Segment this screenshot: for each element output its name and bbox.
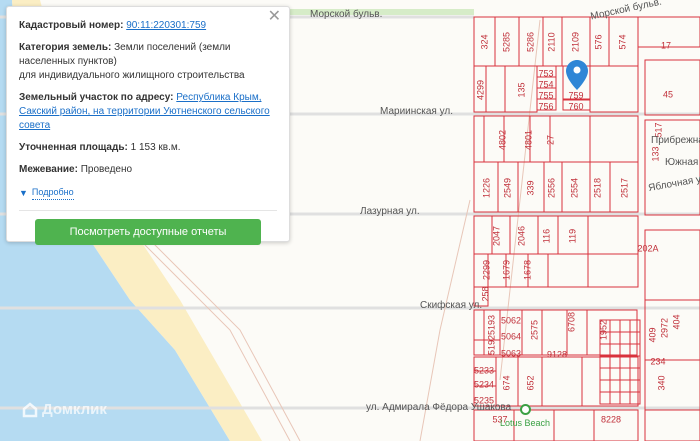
lotus-beach-marker[interactable] (520, 404, 531, 415)
parcel-number-label: 6708 (566, 312, 576, 332)
parcel-number-label: 756 (538, 101, 553, 111)
parcel-number-label: 1679 (501, 260, 511, 280)
parcel-number-label: 2110 (546, 32, 556, 51)
parcel-number-label: 202А (637, 243, 658, 253)
parcel-number-label: 753 (538, 68, 553, 78)
parcel-number-label: 27 (545, 135, 555, 145)
parcel-number-label: 2554 (569, 178, 579, 198)
parcel-number-label: 45 (663, 89, 673, 99)
cadastral-label: Кадастровый номер: (19, 20, 124, 31)
parcel-number-label: 1226 (481, 178, 491, 198)
street-label: ул. Адмирала Фёдора Ушакова (366, 402, 512, 413)
street-label: Лазурная ул. (360, 206, 420, 217)
parcel-number-label: 2047 (491, 226, 501, 246)
parcel-number-label: 755 (538, 90, 553, 100)
view-reports-button[interactable]: Посмотреть доступные отчеты (35, 219, 261, 245)
parcel-number-label: 234 (650, 356, 665, 366)
parcel-number-label: 574 (617, 34, 627, 49)
parcel-number-label: 339 (525, 180, 535, 195)
parcel-number-label: 9128 (547, 349, 567, 359)
parcel-number-label: 2549 (502, 178, 512, 198)
parcel-number-label: 2575 (529, 320, 539, 340)
location-pin-icon (566, 60, 588, 90)
street-label: Южная ул (665, 157, 700, 168)
parcel-number-label: 2517 (619, 178, 629, 198)
street-label: Прибрежная (651, 135, 700, 146)
parcel-number-label: 2518 (592, 178, 602, 198)
house-logo-icon (22, 401, 38, 417)
parcel-number-label: 4801 (523, 130, 533, 150)
cadastral-number-link[interactable]: 90:11:220301:759 (126, 20, 206, 31)
area-value: 1 153 кв.м. (130, 142, 181, 153)
parcel-number-label: 674 (501, 375, 511, 390)
category-use: для индивидуального жилищного строительс… (19, 70, 245, 81)
parcel-number-label: 2972 (659, 318, 669, 338)
more-details-toggle[interactable]: ▼ Подробно (19, 185, 277, 200)
street-label: Морской бульв. (310, 9, 383, 20)
parcel-number-label: 5192 (486, 335, 496, 355)
parcel-number-label: 5063 (501, 348, 521, 358)
parcel-number-label: 652 (525, 375, 535, 390)
parcel-number-label: 754 (538, 79, 553, 89)
domclick-watermark: Домклик (22, 401, 107, 418)
survey-value: Проведено (80, 164, 133, 175)
parcel-number-label: 1952 (598, 320, 608, 340)
parcel-number-label: 5064 (501, 331, 521, 341)
parcel-number-label: 5285 (501, 32, 511, 52)
parcel-number-label: 2556 (546, 178, 556, 198)
parcel-number-label: 2046 (516, 226, 526, 246)
parcel-number-label: 576 (593, 34, 603, 49)
street-label: Скифская ул. (420, 300, 483, 311)
parcel-number-label: 5286 (525, 32, 535, 52)
area-label: Уточненная площадь: (19, 142, 128, 153)
parcel-number-label: 133 (650, 146, 660, 161)
parcel-number-label: 760 (568, 101, 583, 111)
poi-label[interactable]: Lotus Beach (500, 418, 550, 428)
parcel-number-label: 5062 (501, 315, 521, 325)
parcel-number-label: 340 (656, 375, 666, 390)
parcel-number-label: 5233 (474, 365, 494, 375)
address-label: Земельный участок по адресу: (19, 92, 174, 103)
street-label: Мариинская ул. (380, 106, 454, 117)
parcel-number-label: 116 (541, 229, 551, 243)
more-details-link[interactable]: Подробно (31, 185, 74, 200)
parcel-number-label: 8228 (601, 414, 621, 424)
parcel-number-label: 2299 (481, 260, 491, 280)
category-label: Категория земель: (19, 42, 112, 53)
parcel-number-label: 5234 (474, 379, 494, 389)
map-pin-marker[interactable] (566, 60, 588, 95)
parcel-info-popup: ✕ Кадастровый номер: 90:11:220301:759 Ка… (6, 6, 290, 245)
parcel-number-label: 1678 (522, 260, 532, 280)
parcel-number-label: 324 (479, 34, 489, 49)
divider (19, 210, 277, 211)
parcel-number-label: 4802 (497, 130, 507, 150)
close-icon[interactable]: ✕ (268, 9, 281, 25)
parcel-number-label: 17 (661, 40, 671, 50)
survey-label: Межевание: (19, 164, 78, 175)
parcel-number-label: 119 (567, 229, 577, 243)
parcel-number-label: 2109 (570, 32, 580, 52)
parcel-number-label: 409 (647, 327, 657, 342)
parcel-number-label: 5193 (486, 315, 496, 335)
parcel-number-label: 135 (516, 82, 526, 97)
parcel-number-label: 404 (671, 314, 681, 329)
triangle-down-icon: ▼ (19, 187, 28, 198)
watermark-text: Домклик (42, 401, 107, 418)
parcel-number-label: 4299 (475, 80, 485, 100)
